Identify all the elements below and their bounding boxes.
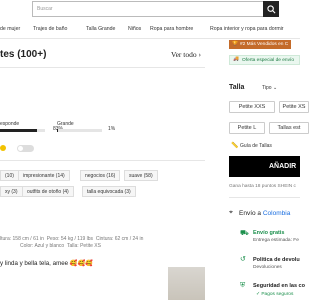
review-comment: y linda y bella tela, amee 🥰🥰🥰 (0, 260, 93, 267)
secure-shopping-title[interactable]: Seguridad en las co (253, 283, 305, 289)
return-policy-title[interactable]: Política de devolu (253, 257, 300, 263)
size-section-title: Talla (229, 84, 245, 91)
weight-value: 54 kg / 119 lbs (60, 236, 94, 242)
review-tag[interactable]: talla equivocada (3) (82, 186, 136, 197)
waist-label: Cintura: (95, 236, 114, 242)
size-label: Talla: (67, 243, 79, 249)
shield-icon: ⛨ (240, 282, 246, 289)
return-icon: ↺ (240, 256, 246, 263)
fit-true-label: esponde (0, 121, 20, 127)
ruler-icon: 📏 (231, 143, 239, 149)
nav-item-men[interactable]: Ropa para hombre (150, 26, 193, 32)
shipping-destination[interactable]: Envío a Colombia (239, 210, 290, 217)
weight-label: Peso: (46, 236, 60, 242)
free-shipping-estimate: Entrega estimada: Fe (253, 238, 299, 243)
color-label: Color: (20, 243, 34, 249)
see-all-link[interactable]: Ver todo › (171, 50, 201, 59)
review-tag[interactable]: (10) (0, 170, 19, 181)
shipping-title: Envío a (239, 210, 262, 217)
nav-item-kids[interactable]: Niños (128, 26, 141, 32)
waist-value: 62 cm / 24 in (114, 236, 144, 242)
return-policy-sub: Devoluciones (253, 265, 282, 270)
height-label: ltura: (0, 236, 12, 242)
size-type-dropdown[interactable]: Tipo ⌄ (262, 85, 277, 91)
chevron-down-icon: ⌄ (272, 85, 278, 91)
review-tag[interactable]: impresionante (14) (18, 170, 70, 181)
height-value: 158 cm / 61 in (12, 236, 44, 242)
review-tag[interactable]: xy (3) (0, 186, 23, 197)
truck-icon: ⛟ (240, 230, 249, 237)
truck-icon: 🚚 (233, 57, 239, 62)
size-value: Petite XS (80, 243, 101, 249)
size-guide-link[interactable]: Guía de Tallas (240, 143, 272, 149)
size-option[interactable]: Petite XS (279, 101, 309, 113)
fit-large-fill (57, 129, 58, 132)
star-icon (0, 145, 6, 151)
reviews-divider (0, 67, 205, 68)
free-shipping-title: Envío gratis (253, 230, 285, 236)
size-type-label: Tipo (262, 85, 272, 91)
fit-large-percent: 1% (108, 126, 116, 132)
reviewer-purchase: Color: Azul y blanco Talla: Petite XS (20, 243, 101, 249)
review-tag[interactable]: negocios (16) (80, 170, 121, 181)
search-icon (266, 4, 275, 13)
nav-item-plus-size[interactable]: Talla Grande (86, 26, 115, 32)
fit-large-label: Grande (57, 121, 74, 127)
category-nav: de mujer Trajes de baño Talla Grande Niñ… (0, 25, 300, 37)
add-to-cart-button[interactable]: AÑADIR (229, 156, 300, 177)
filter-divider (0, 160, 205, 161)
location-icon: ⌖ (229, 209, 233, 216)
review-tag[interactable]: suave (58) (124, 170, 158, 181)
shipping-country: Colombia (262, 210, 291, 217)
bestseller-badge[interactable]: 🏆 #2 Más Vendidos en C (229, 40, 291, 49)
fit-true-fill (0, 129, 38, 132)
fit-true-track (0, 129, 45, 132)
points-info: Gana hasta 18 puntos SHEIN c (229, 184, 296, 189)
search-button[interactable] (263, 1, 279, 17)
size-option[interactable]: Petite L (229, 122, 265, 134)
size-option[interactable]: Tallas est (269, 122, 309, 134)
shipping-offer-banner: 🚚 Oferta especial de envío (229, 55, 300, 65)
fit-large-track (57, 129, 102, 132)
nav-item-underwear[interactable]: Ropa interior y ropa para dormir (210, 26, 284, 32)
reviewer-measurements: ltura: 158 cm / 61 in Peso: 54 kg / 119 … (0, 236, 143, 242)
search-input[interactable]: Buscar (32, 1, 264, 17)
shipping-offer-label: Oferta especial de envío (242, 57, 294, 63)
color-value: Azul y blanco (34, 243, 65, 249)
trophy-icon: 🏆 (232, 42, 238, 47)
panel-divider (229, 197, 300, 198)
see-all-label: Ver todo (171, 50, 197, 59)
bestseller-label: #2 Más Vendidos en C (239, 42, 289, 47)
filter-toggle[interactable] (17, 145, 34, 152)
nav-item-swimwear[interactable]: Trajes de baño (33, 26, 67, 32)
size-option[interactable]: Petite XXS (229, 101, 275, 113)
secure-payment-sub: ✓ Pagos seguros (256, 292, 294, 297)
header-divider (0, 38, 300, 39)
nav-item-women[interactable]: de mujer (0, 26, 20, 32)
review-photo[interactable] (168, 267, 205, 300)
chevron-right-icon: › (198, 50, 202, 59)
review-tag[interactable]: outfits de otoño (4) (22, 186, 74, 197)
reviews-title: tes (100+) (0, 49, 47, 60)
